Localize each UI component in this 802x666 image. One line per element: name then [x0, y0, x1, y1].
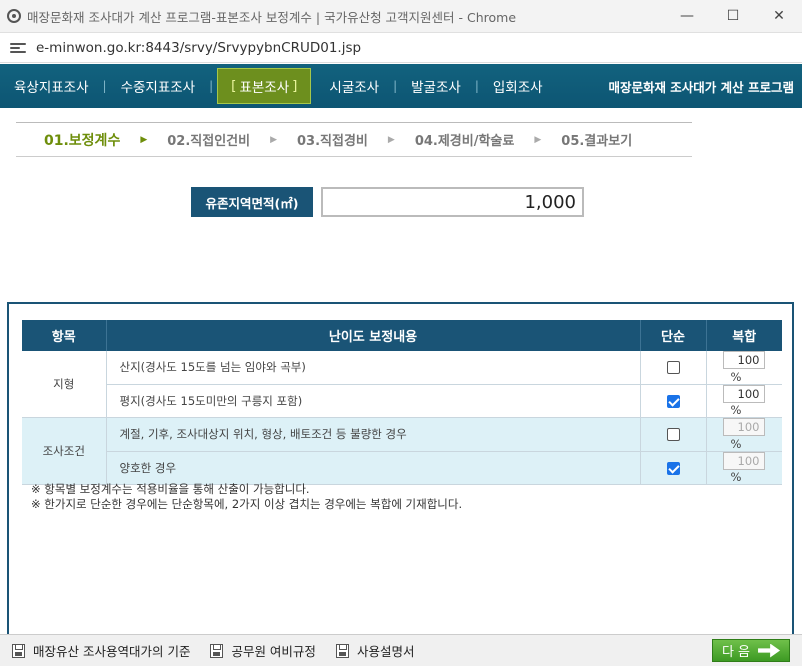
step-arrow-icon: ▶ — [387, 134, 395, 145]
compound-input[interactable]: 100 — [722, 384, 765, 403]
nav-item-excavation[interactable]: 발굴조사 — [397, 64, 475, 108]
compound-input[interactable]: 100 — [722, 418, 765, 436]
row-desc: 산지(경사도 15도를 넘는 임야와 곡부) — [106, 351, 641, 385]
top-nav: 육상지표조사 | 수중지표조사 | [표본조사] 시굴조사 | 발굴조사 | 입… — [0, 64, 802, 108]
header-compound: 복합 — [706, 320, 782, 351]
nav-item-land-survey[interactable]: 육상지표조사 — [0, 64, 103, 108]
step-arrow-icon: ▶ — [534, 134, 542, 145]
simple-checkbox[interactable] — [666, 428, 680, 442]
nav-item-observation[interactable]: 입회조사 — [479, 64, 557, 108]
step-indicator: 01.보정계수 ▶ 02.직접인건비 ▶ 03.직접경비 ▶ 04.제경비/학술… — [16, 122, 692, 157]
note-line: ※ 한가지로 단순한 경우에는 단순항목에, 2가지 이상 겹치는 경우에는 복… — [31, 497, 463, 511]
footer-link-label: 사용설명서 — [356, 644, 415, 659]
nav-label: 표본조사 — [239, 80, 290, 96]
percent-unit: % — [730, 403, 742, 417]
nav-label: 입회조사 — [492, 80, 543, 96]
minimize-icon[interactable]: — — [664, 0, 710, 33]
header-item: 항목 — [22, 320, 107, 351]
nav-label: 발굴조사 — [411, 80, 461, 96]
row-desc: 양호한 경우 — [106, 451, 641, 485]
document-icon — [210, 643, 224, 658]
area-label: 유존지역면적(㎡) — [191, 187, 313, 217]
footer-link-standard[interactable]: 매장유산 조사용역대가의 기준 — [12, 641, 190, 660]
chrome-app-icon — [7, 9, 21, 23]
simple-checkbox[interactable] — [666, 361, 680, 375]
footer-link-label: 공무원 여비규정 — [231, 644, 316, 659]
group-survey-conditions: 조사조건 — [22, 417, 107, 485]
next-button[interactable]: 다 음 — [712, 639, 790, 662]
note-line: ※ 항목별 보정계수는 적용비율을 통해 산출이 가능합니다. — [31, 482, 310, 496]
compound-input[interactable]: 100 — [722, 451, 765, 470]
close-icon[interactable]: ✕ — [756, 0, 802, 33]
header-content: 난이도 보정내용 — [106, 320, 641, 351]
nav-item-sample-survey[interactable]: [표본조사] — [217, 68, 312, 104]
address-bar[interactable]: e-minwon.go.kr:8443/srvy/SrvypybnCRUD01.… — [0, 33, 802, 63]
percent-unit: % — [730, 369, 742, 384]
area-input[interactable] — [321, 187, 584, 217]
header-simple: 단순 — [640, 320, 707, 351]
bracket-right: ] — [292, 78, 298, 94]
footer-bar: 매장유산 조사용역대가의 기준 공무원 여비규정 사용설명서 다 음 — [0, 634, 802, 666]
footer-link-label: 매장유산 조사용역대가의 기준 — [33, 644, 191, 659]
nav-label: 시굴조사 — [329, 80, 380, 96]
arrow-right-icon — [758, 643, 781, 658]
document-icon — [12, 643, 25, 658]
nav-item-underwater-survey[interactable]: 수중지표조사 — [107, 64, 210, 108]
notes: ※ 항목별 보정계수는 적용비율을 통해 산출이 가능합니다. ※ 한가지로 단… — [31, 482, 462, 512]
table-row: 조사조건 계절, 기후, 조사대상지 위치, 형상, 배토조건 등 불량한 경우… — [22, 417, 782, 485]
nav-label: 수중지표조사 — [120, 80, 196, 96]
step-3: 03.직접경비 — [297, 134, 368, 149]
row-desc: 평지(경사도 15도미만의 구릉지 포함) — [106, 384, 641, 418]
step-arrow-icon: ▶ — [270, 134, 278, 145]
step-1: 01.보정계수 — [44, 132, 121, 149]
row-desc: 계절, 기후, 조사대상지 위치, 형상, 배토조건 등 불량한 경우 — [106, 417, 641, 452]
step-arrow-icon: ▶ — [140, 134, 148, 145]
window-titlebar: 매장문화재 조사대가 계산 프로그램-표본조사 보정계수 | 국가유산청 고객지… — [0, 0, 802, 33]
group-terrain: 지형 — [22, 351, 107, 418]
table-header-row: 항목 난이도 보정내용 단순 복합 — [22, 320, 782, 351]
compound-input[interactable]: 100 — [722, 351, 765, 369]
simple-checkbox[interactable] — [666, 394, 680, 408]
table-row: 평지(경사도 15도미만의 구릉지 포함) 100% — [22, 384, 782, 418]
nav-label: 육상지표조사 — [14, 80, 89, 96]
simple-checkbox[interactable] — [666, 461, 680, 475]
nav-item-trial-excavation[interactable]: 시굴조사 — [315, 64, 393, 108]
correction-panel: 항목 난이도 보정내용 단순 복합 지형 산지(경사도 15도를 넘는 임야와 … — [7, 302, 794, 642]
bracket-left: [ — [231, 78, 237, 94]
site-settings-icon[interactable] — [10, 41, 26, 55]
table-row: 양호한 경우 100% — [22, 451, 782, 485]
brand-title: 매장문화재 조사대가 계산 프로그램 — [608, 79, 794, 95]
step-4: 04.제경비/학술료 — [414, 134, 515, 149]
step-2: 02.직접인건비 — [167, 134, 251, 149]
document-icon — [335, 643, 349, 658]
footer-link-travel[interactable]: 공무원 여비규정 — [210, 641, 316, 660]
footer-link-manual[interactable]: 사용설명서 — [335, 641, 415, 660]
correction-table: 항목 난이도 보정내용 단순 복합 지형 산지(경사도 15도를 넘는 임야와 … — [22, 320, 782, 485]
table-row: 지형 산지(경사도 15도를 넘는 임야와 곡부) 100% — [22, 351, 782, 418]
next-button-label: 다 음 — [721, 645, 751, 660]
url-text[interactable]: e-minwon.go.kr:8443/srvy/SrvypybnCRUD01.… — [36, 40, 361, 56]
maximize-icon[interactable]: ☐ — [710, 0, 756, 33]
window-title: 매장문화재 조사대가 계산 프로그램-표본조사 보정계수 | 국가유산청 고객지… — [27, 9, 517, 25]
nav-separator: | — [209, 79, 214, 93]
percent-unit: % — [730, 436, 742, 451]
step-5: 05.결과보기 — [561, 134, 633, 149]
percent-unit: % — [730, 470, 742, 484]
area-row: 유존지역면적(㎡) — [191, 187, 584, 217]
